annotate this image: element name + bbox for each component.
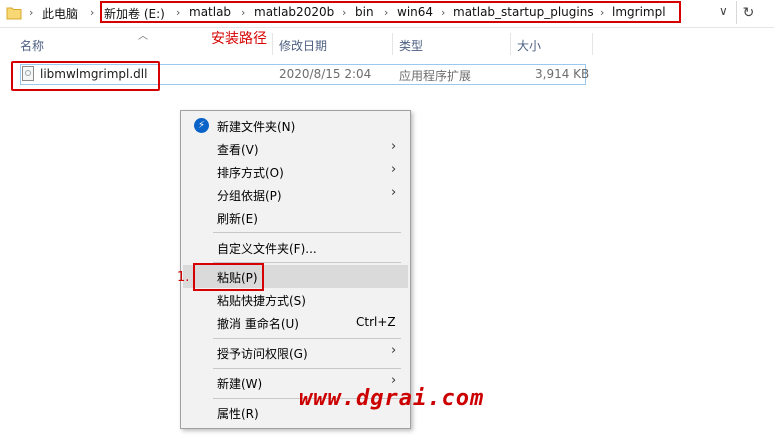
menu-item-view[interactable]: 查看(V) › [183,137,408,160]
breadcrumb-separator: › [29,6,34,19]
folder-icon [6,7,22,20]
file-size: 3,914 KB [535,67,590,81]
column-divider[interactable] [272,33,273,55]
file-modified: 2020/8/15 2:04 [279,67,372,81]
submenu-arrow-icon: › [391,343,397,358]
address-dropdown-icon[interactable]: ∨ [719,4,733,22]
refresh-icon: ↻ [742,4,755,21]
menu-item-group-by[interactable]: 分组依据(P) › [183,183,408,206]
menu-item-shortcut: Ctrl+Z [356,315,396,329]
dll-file-icon [22,66,34,81]
watermark: www.dgrai.com [299,386,485,411]
paste-annotation-box [193,263,264,291]
menu-item-label: 新建文件夹(N) [217,120,296,134]
breadcrumb-this-pc[interactable]: 此电脑 [42,5,78,22]
column-divider[interactable] [592,33,593,55]
menu-item-label: 查看(V) [217,143,259,157]
path-annotation-box [100,1,681,23]
menu-item-sort-by[interactable]: 排序方式(O) › [183,160,408,183]
submenu-arrow-icon: › [391,162,397,177]
column-header-modified[interactable]: 修改日期 [279,37,327,54]
menu-item-customize-folder[interactable]: 自定义文件夹(F)... [183,236,408,259]
menu-item-label: 自定义文件夹(F)... [217,242,317,256]
menu-item-label: 属性(R) [217,407,259,421]
menu-separator [213,338,401,339]
column-header-size[interactable]: 大小 [517,37,541,54]
file-name[interactable]: libmwlmgrimpl.dll [40,67,147,81]
menu-item-label: 分组依据(P) [217,189,282,203]
menu-item-new-folder[interactable]: ⚡ 新建文件夹(N) [183,114,408,137]
refresh-button[interactable]: ↻ [736,1,760,24]
menu-item-label: 刷新(E) [217,212,258,226]
column-header-name[interactable]: 名称 [20,37,44,54]
menu-item-undo-rename[interactable]: 撤消 重命名(U) Ctrl+Z [183,311,408,334]
install-path-annotation: 安装路径 [211,31,267,47]
menu-item-grant-access[interactable]: 授予访问权限(G) › [183,341,408,364]
menu-item-refresh[interactable]: 刷新(E) [183,206,408,229]
column-divider[interactable] [392,33,393,55]
menu-separator [213,368,401,369]
file-type: 应用程序扩展 [399,69,472,83]
step-annotation: 1. [177,270,190,285]
breadcrumb-separator: › [90,6,95,19]
menu-item-label: 新建(W) [217,377,263,391]
submenu-arrow-icon: › [391,185,397,200]
menu-item-label: 授予访问权限(G) [217,347,308,361]
menu-item-label: 粘贴快捷方式(S) [217,294,306,308]
menu-item-paste-shortcut[interactable]: 粘贴快捷方式(S) [183,288,408,311]
menu-item-label: 排序方式(O) [217,166,284,180]
submenu-arrow-icon: › [391,139,397,154]
menu-separator [213,232,401,233]
column-header-type[interactable]: 类型 [399,37,423,54]
new-folder-icon: ⚡ [194,118,209,133]
column-divider[interactable] [510,33,511,55]
sort-ascending-icon: ︿ [138,31,148,42]
menu-item-label: 撤消 重命名(U) [217,317,299,331]
